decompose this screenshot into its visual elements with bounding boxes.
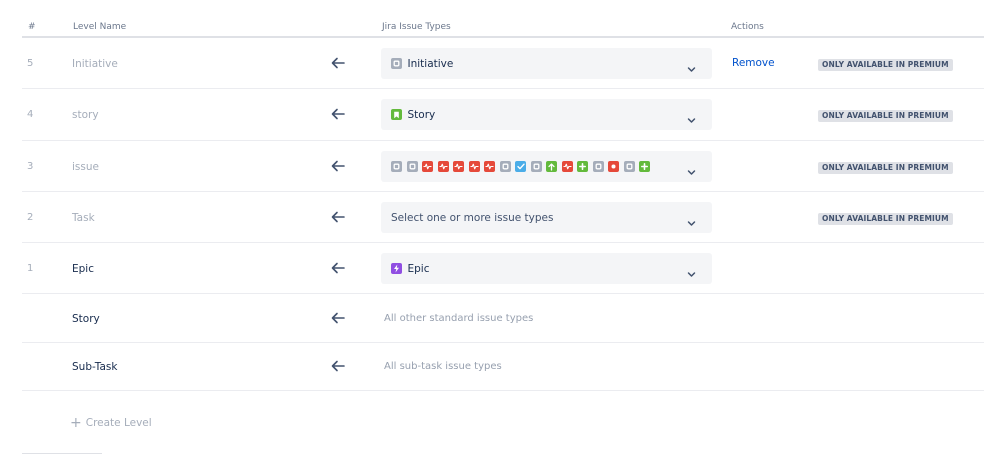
premium-badge: ONLY AVAILABLE IN PREMIUM <box>818 162 953 174</box>
issue-type-select[interactable]: Initiative <box>381 48 712 79</box>
selected-issue-type: Story <box>407 108 436 121</box>
gray-square-icon <box>406 161 418 172</box>
level-name: Epic <box>72 263 94 275</box>
red-dot-icon <box>608 161 619 172</box>
header-jira-issue-types: Jira Issue Types <box>382 22 451 32</box>
issue-type-select[interactable]: Story <box>381 99 712 130</box>
red-pulse-icon <box>484 161 495 172</box>
chevron-down-icon <box>687 110 696 123</box>
issue-types-text: All sub-task issue types <box>384 361 502 372</box>
green-plus-icon <box>577 161 588 172</box>
gray-square-icon <box>391 161 402 172</box>
story-icon <box>391 109 402 120</box>
premium-badge: ONLY AVAILABLE IN PREMIUM <box>818 59 953 71</box>
header-level-name: Level Name <box>73 22 127 32</box>
level-number: 1 <box>27 263 34 274</box>
gray-square-icon <box>592 161 604 172</box>
select-placeholder: Select one or more issue types <box>391 211 554 224</box>
level-name: issue <box>72 161 99 173</box>
premium-badge: ONLY AVAILABLE IN PREMIUM <box>818 213 953 225</box>
plus-icon: + <box>70 415 82 431</box>
arrow-left-icon <box>331 160 345 172</box>
red-pulse-icon <box>453 161 464 172</box>
arrow-left-icon <box>331 360 345 372</box>
selected-issue-type: Initiative <box>407 57 454 70</box>
table-row: Sub-Task All sub-task issue types <box>22 343 984 391</box>
red-pulse-icon <box>561 161 573 172</box>
issue-type-select[interactable] <box>381 151 712 182</box>
arrow-left-icon <box>331 57 345 69</box>
header-actions: Actions <box>731 22 764 32</box>
remove-link[interactable]: Remove <box>732 57 775 69</box>
level-number: 2 <box>27 212 34 223</box>
create-level-button[interactable]: + Create Level <box>70 416 152 430</box>
green-arrow-up-icon <box>546 161 557 172</box>
green-plus-icon <box>639 161 650 172</box>
level-name: Initiative <box>72 58 118 70</box>
table-row: 2 Task Select one or more issue types ON… <box>22 192 984 243</box>
red-pulse-icon <box>468 161 480 172</box>
table-header: # Level Name Jira Issue Types Actions <box>22 0 984 38</box>
header-number: # <box>28 22 36 32</box>
table-row: 4 story Story ONLY AVAILABLE IN PREMIUM <box>22 89 984 141</box>
blue-check-icon <box>515 161 526 172</box>
arrow-left-icon <box>331 108 345 120</box>
issue-type-select[interactable]: Select one or more issue types <box>381 202 712 233</box>
chevron-down-icon <box>687 162 696 175</box>
red-pulse-icon <box>422 161 433 172</box>
gray-square-icon <box>623 161 635 172</box>
divider <box>22 453 102 454</box>
epic-icon <box>391 263 402 274</box>
table-row: 1 Epic Epic <box>22 243 984 294</box>
create-level-label: Create Level <box>85 417 152 429</box>
issue-type-select[interactable]: Epic <box>381 253 712 284</box>
level-number: 5 <box>27 58 34 69</box>
arrow-left-icon <box>331 262 345 274</box>
initiative-icon <box>391 58 402 69</box>
chevron-down-icon <box>687 59 696 72</box>
level-name: Story <box>72 313 100 325</box>
red-pulse-icon <box>437 161 449 172</box>
table-row: Story All other standard issue types <box>22 294 984 343</box>
level-number: 4 <box>27 109 34 120</box>
table-row: 3 issue ONLY AVAILABLE IN PREMIUM <box>22 141 984 192</box>
gray-square-icon <box>499 161 511 172</box>
arrow-left-icon <box>331 312 345 324</box>
arrow-left-icon <box>331 211 345 223</box>
issue-types-text: All other standard issue types <box>384 313 534 324</box>
selected-issue-type: Epic <box>407 262 430 275</box>
chevron-down-icon <box>687 213 696 226</box>
table-row: 5 Initiative Initiative Remove ONLY AVAI… <box>22 39 984 89</box>
level-name: story <box>72 109 99 121</box>
level-name: Sub-Task <box>72 361 118 373</box>
gray-square-icon <box>530 161 542 172</box>
premium-badge: ONLY AVAILABLE IN PREMIUM <box>818 110 953 122</box>
level-name: Task <box>72 212 95 224</box>
level-number: 3 <box>27 161 34 172</box>
chevron-down-icon <box>687 264 696 277</box>
